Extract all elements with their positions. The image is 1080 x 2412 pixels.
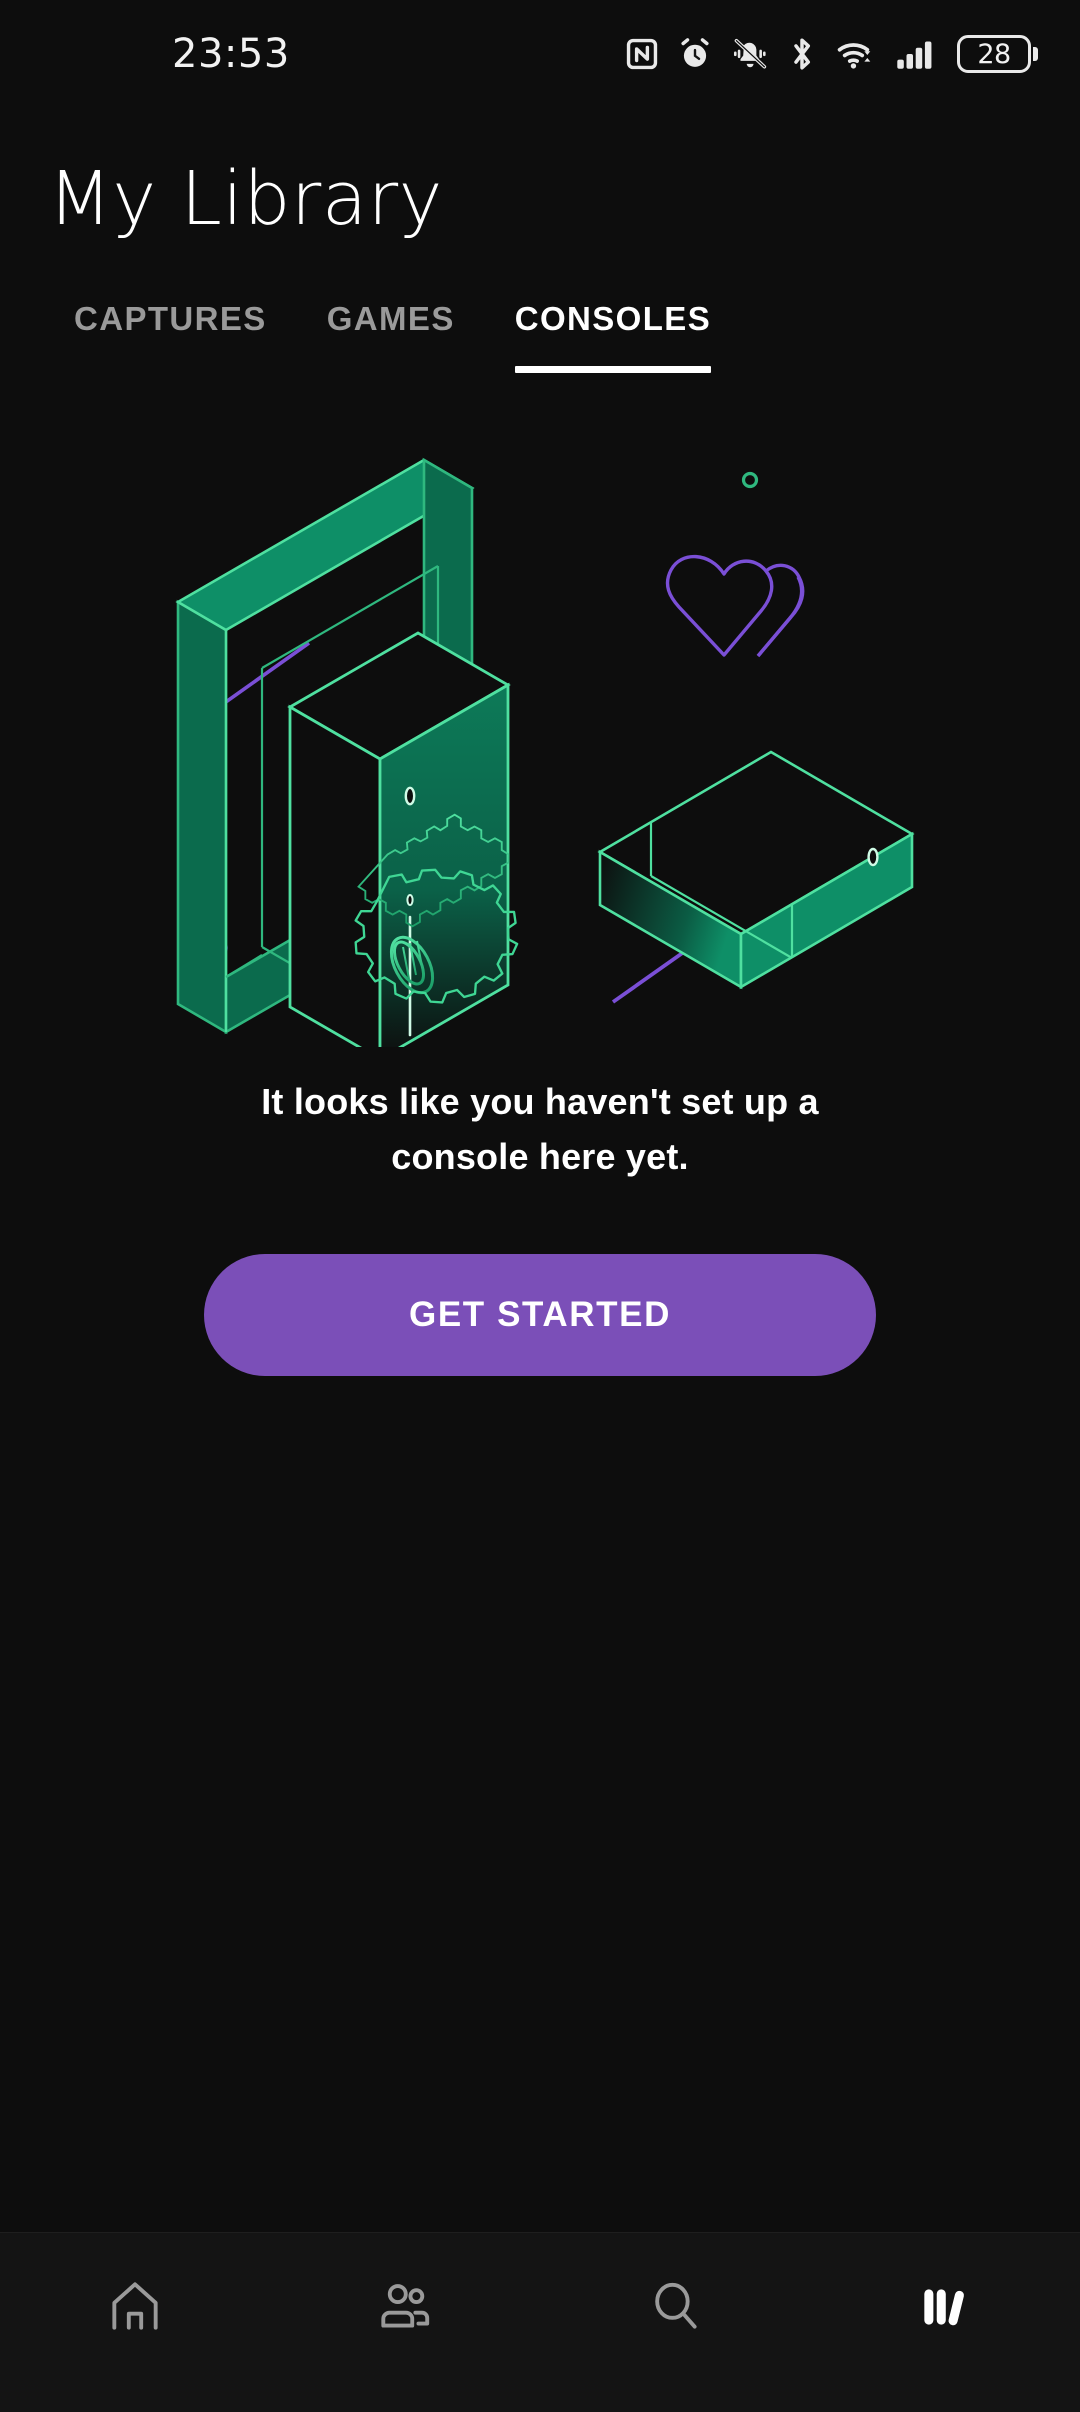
flat-console [597, 750, 915, 990]
library-books-icon [914, 2276, 976, 2338]
bell-muted-icon [731, 37, 769, 71]
battery-icon: 28 [957, 35, 1038, 73]
battery-body: 28 [957, 35, 1031, 73]
battery-tip [1033, 47, 1038, 61]
status-icons: 28 [625, 35, 1038, 73]
tab-captures-label: CAPTURES [74, 300, 267, 337]
cta-container: GET STARTED [0, 1254, 1080, 1377]
tab-games-label: GAMES [326, 300, 455, 337]
consoles-empty-state-illustration [175, 457, 915, 1047]
accent-dot-green-ring [741, 471, 759, 489]
tab-consoles-label: CONSOLES [514, 300, 712, 337]
bottom-navigation-bar [0, 2232, 1080, 2412]
search-icon [644, 2276, 706, 2338]
get-started-button[interactable]: GET STARTED [204, 1254, 876, 1377]
tab-consoles-underline [514, 366, 712, 373]
status-clock: 23:53 [172, 31, 290, 77]
people-icon [374, 2276, 436, 2338]
nav-item-home[interactable] [0, 2267, 270, 2347]
wifi-icon [835, 37, 877, 71]
heart-outline [665, 554, 805, 658]
cellular-signal-icon [895, 37, 935, 71]
tab-bar: CAPTURES GAMES CONSOLES [0, 294, 1080, 373]
home-icon [104, 2276, 166, 2338]
alarm-clock-icon [677, 36, 713, 72]
bluetooth-icon [787, 36, 817, 72]
nav-item-library[interactable] [810, 2267, 1080, 2347]
tab-captures[interactable]: CAPTURES [44, 294, 297, 338]
tab-consoles[interactable]: CONSOLES [485, 294, 741, 373]
nfc-icon [625, 37, 659, 71]
status-bar: 23:53 28 [0, 0, 1080, 108]
nav-item-search[interactable] [540, 2267, 810, 2347]
nav-item-social[interactable] [270, 2267, 540, 2347]
battery-level-text: 28 [977, 38, 1011, 70]
tab-games[interactable]: GAMES [297, 294, 485, 338]
page-title: My Library [48, 156, 443, 242]
empty-state-message: It looks like you haven't set up a conso… [261, 1081, 819, 1177]
